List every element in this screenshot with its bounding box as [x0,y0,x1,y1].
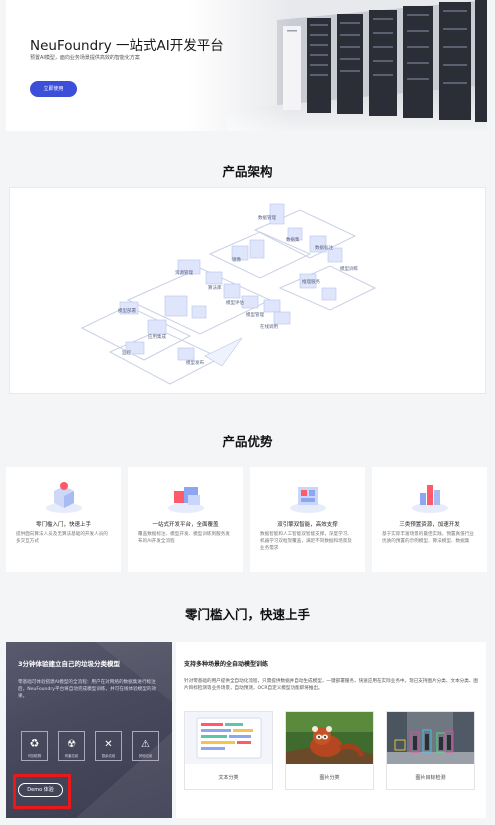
demo-button[interactable]: Demo 体验 [18,783,63,797]
svg-text:✕: ✕ [104,739,112,750]
quickstart-title: 零门槛入门，快速上手 [184,607,310,622]
svg-text:模型发布: 模型发布 [186,359,204,366]
advantage-card-4: 三类预置资源，加速开发 基于实际丰富场景的最佳实践，预置真值行业优质的预置的示例… [372,467,487,572]
svg-text:监控: 监控 [122,349,131,356]
svg-text:数据管理: 数据管理 [258,214,276,221]
hero-banner: NeuFoundry 一站式AI开发平台 预置AI模型，面向业务场景提供高效的智… [6,0,487,131]
advantage-card-3: 双引擎双智能，高效支撑 数据智能和人工智能双智能支撑，深度学习、机器学习双框架覆… [250,467,365,572]
svg-text:资源管理: 资源管理 [175,269,193,276]
hero-title: NeuFoundry 一站式AI开发平台 [30,38,224,54]
other-waste-icon: ⚠ 其他垃圾 [132,731,159,761]
red-panda-image [286,712,373,764]
platform-icon [168,487,204,513]
architecture-title: 产品架构 [222,164,273,179]
svg-text:模型训练: 模型训练 [340,265,358,272]
advantage-desc: 数据智能和人工智能双智能支撑，深度学习、机器学习双框架覆盖，满足不同数据和场景及… [260,532,352,551]
svg-text:镜像: 镜像 [232,256,241,263]
svg-text:应用集成: 应用集成 [148,333,166,340]
advantage-desc: 提供面向算法人员及无算法基础的开发人员的多交互方式 [16,532,108,544]
svg-text:⚠: ⚠ [141,739,150,750]
advantage-card-2: 一站式开发平台，全面覆盖 覆盖数据标注、模型开发、模型训练到服务发布的AI开发全… [128,467,243,572]
card-caption: 文本分类 [218,775,239,781]
svg-text:数据标注: 数据标注 [315,244,333,251]
kitchen-waste-icon: ✕ 厨余垃圾 [95,731,122,761]
advantages-title: 产品优势 [222,434,273,449]
image-classification-card[interactable]: 图片分类 [285,711,374,790]
hero-subtitle: 预置AI模型，面向业务场景提供高效的智能化方案 [30,55,140,61]
advantage-title: 双引擎双智能，高效支撑 [277,522,338,528]
svg-text:☢: ☢ [67,739,76,750]
demo-desc: 零基础可体验搭建AI模型的全流程：用户在对网络的数据集进行标注后，NeuFoun… [18,680,157,699]
object-detection-card[interactable]: 图片目标检测 [386,711,475,790]
advantage-title: 一站式开发平台，全面覆盖 [152,522,219,528]
svg-text:数据集: 数据集 [286,236,300,243]
svg-text:模型部署: 模型部署 [118,307,136,314]
server-room-image [187,0,487,131]
resources-icon [412,485,448,513]
svg-text:模型管理: 模型管理 [246,311,264,318]
advantage-desc: 基于实际丰富场景的最佳实践，预置真值行业优质的预置的示例模型、算法模型、数据集 [382,532,474,544]
cube-icon [46,482,82,513]
card-caption: 图片分类 [319,775,340,781]
engine-icon [290,487,326,513]
architecture-illustration: 数据管理 数据集 数据标注 模型训练 镜像 资源管理 算法库 模型评估 模型管理… [80,203,377,385]
svg-text:推理服务: 推理服务 [302,278,320,285]
demo-title: 3分钟体验建立自己的垃圾分类模型 [18,660,121,668]
svg-text:模型评估: 模型评估 [226,299,244,306]
auto-training-title: 支持多种场景的全自动模型训练 [184,661,269,668]
text-classification-card[interactable]: 文本分类 [184,711,273,790]
svg-text:在线调用: 在线调用 [260,323,278,330]
text-classification-image [185,712,272,764]
advantage-title: 零门槛入门，快速上手 [35,522,91,528]
architecture-diagram: 数据管理 数据集 数据标注 模型训练 镜像 资源管理 算法库 模型评估 模型管理… [9,187,486,394]
advantage-title: 三类预置资源，加速开发 [399,522,460,528]
advantage-card-1: 零门槛入门，快速上手 提供面向算法人员及无算法基础的开发人员的多交互方式 [6,467,121,572]
hazardous-icon: ☢ 有害垃圾 [58,731,85,761]
recyclable-icon: ♻ 可回收物 [21,731,48,761]
svg-text:算法库: 算法库 [208,284,222,291]
garbage-demo-panel: 3分钟体验建立自己的垃圾分类模型 零基础可体验搭建AI模型的全流程：用户在对网络… [6,642,172,818]
advantage-desc: 覆盖数据标注、模型开发、模型训练到服务发布的AI开发全流程 [138,532,230,544]
auto-training-desc: 针对零基础的用户提供全自动化流程，只需提供数据并自动生成模型，一键部署服务，快速… [184,679,479,691]
street-scene-image [387,712,474,764]
card-caption: 图片目标检测 [415,775,446,781]
auto-training-panel: 支持多种场景的全自动模型训练 针对零基础的用户提供全自动化流程，只需提供数据并自… [176,642,486,818]
svg-text:♻: ♻ [30,737,40,750]
use-now-button[interactable]: 立即使用 [30,81,77,97]
